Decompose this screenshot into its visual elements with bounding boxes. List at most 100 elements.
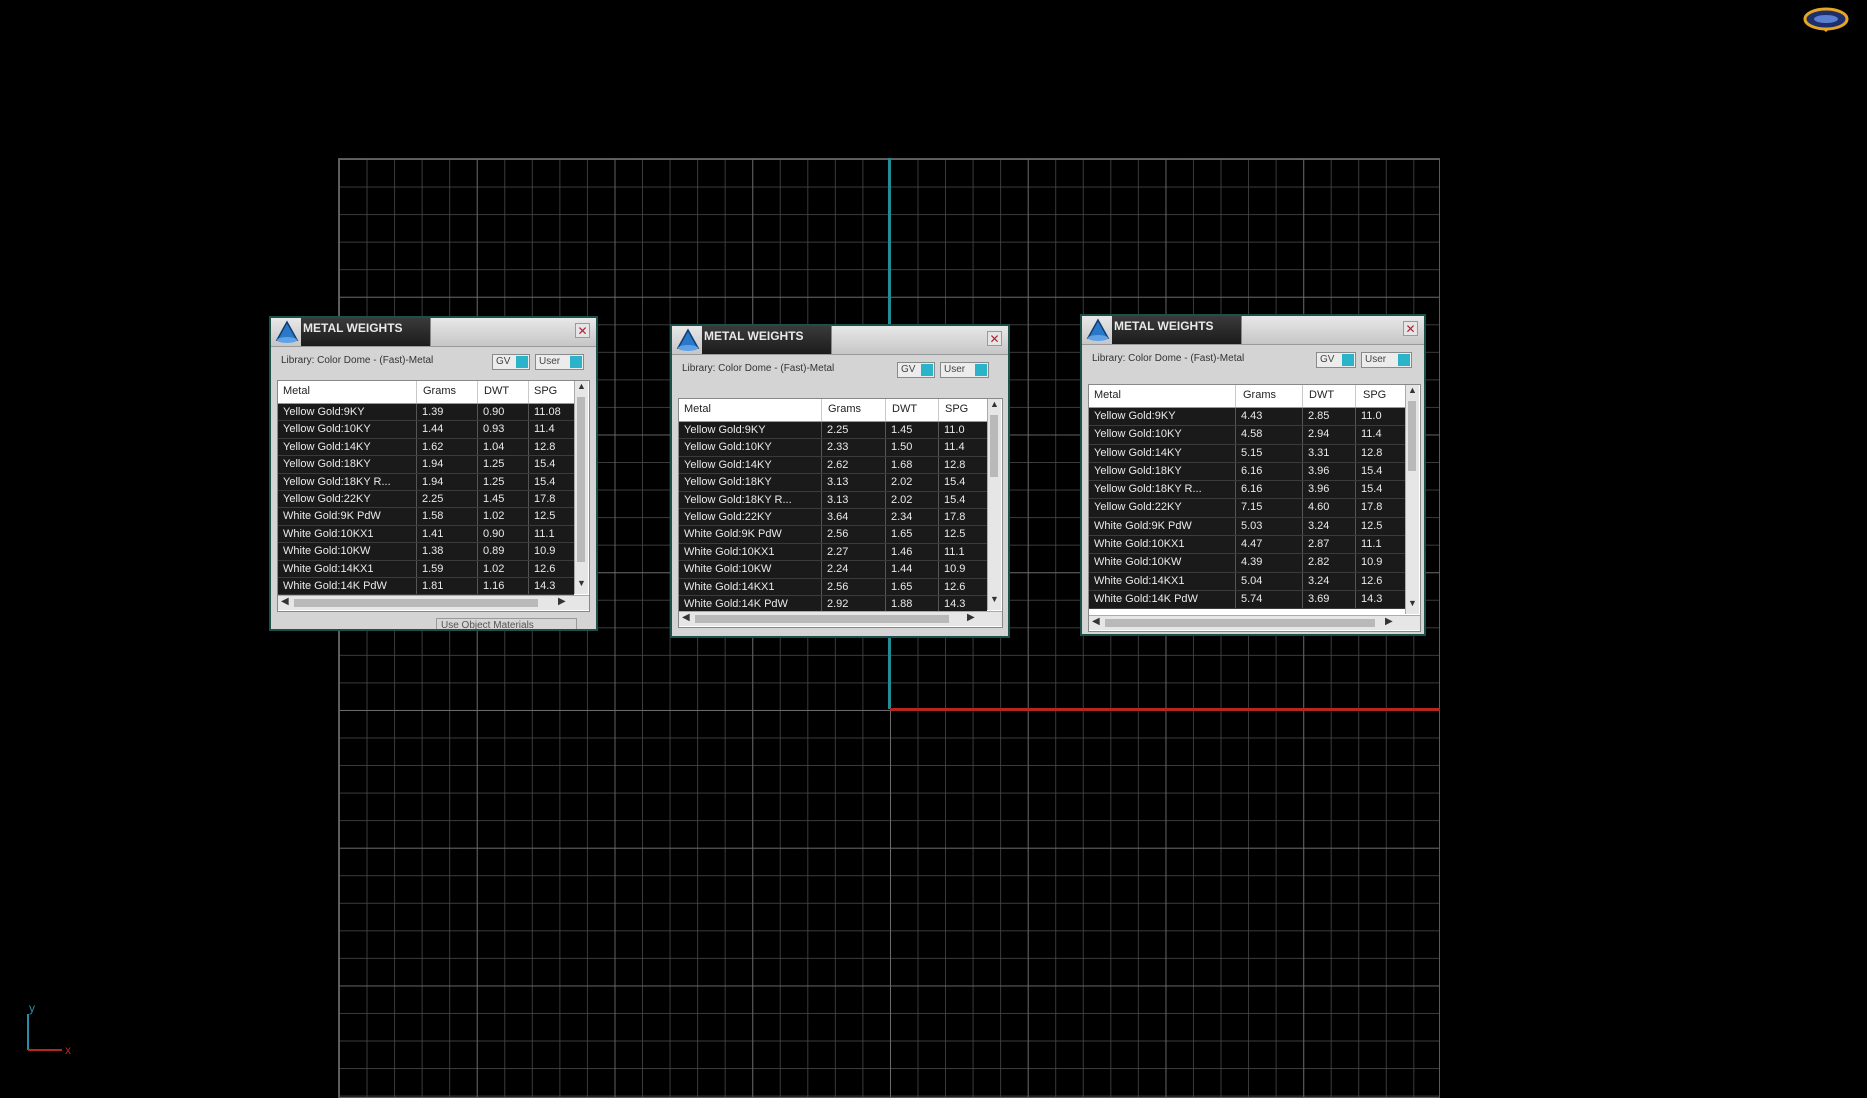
vertical-scrollbar[interactable]: ▲ ▼ bbox=[574, 381, 588, 594]
col-spg[interactable]: SPG bbox=[1363, 389, 1386, 401]
metal-weights-panel-3[interactable]: METAL WEIGHTS ✕ Library: Color Dome - (F… bbox=[1080, 314, 1426, 636]
table-row[interactable]: Yellow Gold:9KY 4.43 2.85 11.0 bbox=[1089, 408, 1405, 427]
scroll-left-icon[interactable]: ◀ bbox=[1092, 616, 1100, 627]
table-row[interactable]: Yellow Gold:14KY 2.62 1.68 12.8 bbox=[679, 456, 987, 475]
hscroll-thumb[interactable] bbox=[695, 615, 949, 623]
close-icon[interactable]: ✕ bbox=[575, 323, 590, 338]
table-row[interactable]: White Gold:14KX1 1.59 1.02 12.6 bbox=[278, 560, 574, 578]
col-dwt[interactable]: DWT bbox=[1309, 389, 1334, 401]
table-row[interactable]: White Gold:14K PdW 5.74 3.69 14.3 bbox=[1089, 590, 1405, 610]
table-row[interactable]: Yellow Gold:10KY 2.33 1.50 11.4 bbox=[679, 439, 987, 457]
col-dwt[interactable]: DWT bbox=[484, 385, 509, 397]
table-row[interactable]: Yellow Gold:22KY 2.25 1.45 17.8 bbox=[278, 490, 574, 509]
scroll-right-icon[interactable]: ▶ bbox=[1385, 616, 1393, 627]
scroll-down-icon[interactable]: ▼ bbox=[988, 594, 1001, 604]
table-row[interactable]: White Gold:10KX1 1.41 0.90 11.1 bbox=[278, 525, 574, 544]
horizontal-scrollbar[interactable]: ◀ ▶ bbox=[1089, 615, 1420, 630]
metal-table[interactable]: Metal Grams DWT SPG Yellow Gold:9KY 1.39 0… bbox=[277, 380, 590, 612]
table-row[interactable]: Yellow Gold:14KY 5.15 3.31 12.8 bbox=[1089, 444, 1405, 463]
cell-metal: White Gold:14KX1 bbox=[684, 580, 775, 593]
panel-title-bar[interactable]: METAL WEIGHTS ✕ bbox=[271, 318, 596, 347]
table-row[interactable]: White Gold:14KX1 2.56 1.65 12.6 bbox=[679, 578, 987, 596]
vertical-scrollbar[interactable]: ▲ ▼ bbox=[1405, 385, 1419, 614]
metal-table[interactable]: Metal Grams DWT SPG Yellow Gold:9KY 2.25 1… bbox=[678, 398, 1003, 628]
scroll-left-icon[interactable]: ◀ bbox=[281, 596, 289, 607]
gv-toggle[interactable]: GV bbox=[897, 362, 935, 378]
scroll-down-icon[interactable]: ▼ bbox=[575, 578, 588, 588]
vscroll-thumb[interactable] bbox=[1408, 401, 1416, 471]
col-spg[interactable]: SPG bbox=[534, 385, 557, 397]
table-row[interactable]: White Gold:14K PdW 1.81 1.16 14.3 bbox=[278, 577, 574, 596]
col-spg[interactable]: SPG bbox=[945, 403, 968, 415]
scroll-down-icon[interactable]: ▼ bbox=[1406, 598, 1419, 608]
metal-weights-panel-1[interactable]: METAL WEIGHTS ✕ Library: Color Dome - (F… bbox=[269, 316, 598, 631]
vscroll-thumb[interactable] bbox=[990, 415, 998, 477]
table-row[interactable]: White Gold:10KW 1.38 0.89 10.9 bbox=[278, 543, 574, 561]
col-grams[interactable]: Grams bbox=[1243, 389, 1276, 401]
table-row[interactable]: Yellow Gold:18KY 1.94 1.25 15.4 bbox=[278, 456, 574, 474]
metal-weights-panel-2[interactable]: METAL WEIGHTS ✕ Library: Color Dome - (F… bbox=[670, 324, 1010, 638]
scroll-up-icon[interactable]: ▲ bbox=[1406, 385, 1419, 395]
table-row[interactable]: White Gold:10KW 2.24 1.44 10.9 bbox=[679, 561, 987, 579]
cell-metal: Yellow Gold:9KY bbox=[283, 406, 365, 418]
gv-toggle[interactable]: GV bbox=[492, 354, 530, 370]
user-toggle[interactable]: User bbox=[535, 354, 584, 370]
column-separator bbox=[528, 473, 529, 490]
table-row[interactable]: Yellow Gold:18KY 3.13 2.02 15.4 bbox=[679, 474, 987, 492]
table-row[interactable]: White Gold:9K PdW 5.03 3.24 12.5 bbox=[1089, 517, 1405, 537]
panel-title-bar[interactable]: METAL WEIGHTS ✕ bbox=[1082, 316, 1424, 345]
close-icon[interactable]: ✕ bbox=[1403, 321, 1418, 336]
logo-badge-icon[interactable] bbox=[1803, 6, 1849, 32]
user-toggle[interactable]: User bbox=[940, 362, 989, 378]
vscroll-thumb[interactable] bbox=[577, 397, 585, 562]
cell-dwt: 1.44 bbox=[891, 563, 913, 576]
table-row[interactable]: Yellow Gold:10KY 4.58 2.94 11.4 bbox=[1089, 426, 1405, 445]
scroll-left-icon[interactable]: ◀ bbox=[682, 612, 690, 623]
metal-table[interactable]: Metal Grams DWT SPG Yellow Gold:9KY 4.43 2… bbox=[1088, 384, 1421, 632]
table-row[interactable]: Yellow Gold:18KY 6.16 3.96 15.4 bbox=[1089, 462, 1405, 482]
col-dwt[interactable]: DWT bbox=[892, 403, 917, 415]
panel-title-bar[interactable]: METAL WEIGHTS ✕ bbox=[672, 326, 1008, 355]
table-row[interactable]: Yellow Gold:9KY 1.39 0.90 11.08 bbox=[278, 404, 574, 422]
horizontal-scrollbar[interactable]: ◀ ▶ bbox=[679, 611, 1002, 626]
use-object-materials-button[interactable]: Use Object Materials bbox=[436, 618, 577, 629]
table-row[interactable]: Yellow Gold:14KY 1.62 1.04 12.8 bbox=[278, 438, 574, 457]
cell-metal: Yellow Gold:18KY R... bbox=[684, 493, 792, 506]
cell-dwt: 3.24 bbox=[1308, 519, 1330, 532]
cell-grams: 2.56 bbox=[827, 528, 849, 541]
user-toggle[interactable]: User bbox=[1361, 352, 1412, 368]
gv-toggle[interactable]: GV bbox=[1316, 352, 1356, 368]
table-row[interactable]: Yellow Gold:18KY R... 3.13 2.02 15.4 bbox=[679, 491, 987, 509]
scroll-right-icon[interactable]: ▶ bbox=[558, 596, 566, 607]
table-row[interactable]: White Gold:10KX1 4.47 2.87 11.1 bbox=[1089, 536, 1405, 555]
col-grams[interactable]: Grams bbox=[828, 403, 861, 415]
cell-metal: Yellow Gold:22KY bbox=[283, 492, 371, 505]
table-row[interactable]: Yellow Gold:18KY R... 6.16 3.96 15.4 bbox=[1089, 481, 1405, 500]
column-separator bbox=[477, 508, 478, 525]
table-row[interactable]: Yellow Gold:22KY 3.64 2.34 17.8 bbox=[679, 508, 987, 527]
table-row[interactable]: Yellow Gold:18KY R... 1.94 1.25 15.4 bbox=[278, 473, 574, 491]
hscroll-thumb[interactable] bbox=[294, 599, 538, 607]
table-row[interactable]: Yellow Gold:9KY 2.25 1.45 11.0 bbox=[679, 422, 987, 440]
cell-grams: 5.15 bbox=[1241, 446, 1263, 459]
vertical-scrollbar[interactable]: ▲ ▼ bbox=[987, 399, 1001, 610]
scroll-right-icon[interactable]: ▶ bbox=[967, 612, 975, 623]
table-row[interactable]: Yellow Gold:22KY 7.15 4.60 17.8 bbox=[1089, 499, 1405, 518]
table-row[interactable]: White Gold:14KX1 5.04 3.24 12.6 bbox=[1089, 572, 1405, 591]
col-grams[interactable]: Grams bbox=[423, 385, 456, 397]
col-metal[interactable]: Metal bbox=[1094, 389, 1121, 401]
scroll-up-icon[interactable]: ▲ bbox=[575, 381, 588, 391]
col-metal[interactable]: Metal bbox=[283, 385, 310, 397]
table-row[interactable]: White Gold:10KX1 2.27 1.46 11.1 bbox=[679, 543, 987, 562]
close-icon[interactable]: ✕ bbox=[987, 331, 1002, 346]
column-separator bbox=[938, 508, 939, 526]
table-row[interactable]: White Gold:10KW 4.39 2.82 10.9 bbox=[1089, 554, 1405, 573]
cell-spg: 12.8 bbox=[534, 440, 556, 453]
scroll-up-icon[interactable]: ▲ bbox=[988, 399, 1001, 409]
horizontal-scrollbar[interactable]: ◀ ▶ bbox=[278, 595, 589, 610]
table-row[interactable]: Yellow Gold:10KY 1.44 0.93 11.4 bbox=[278, 421, 574, 439]
col-metal[interactable]: Metal bbox=[684, 403, 711, 415]
table-row[interactable]: White Gold:9K PdW 2.56 1.65 12.5 bbox=[679, 526, 987, 544]
hscroll-thumb[interactable] bbox=[1105, 619, 1375, 627]
table-row[interactable]: White Gold:9K PdW 1.58 1.02 12.5 bbox=[278, 508, 574, 526]
